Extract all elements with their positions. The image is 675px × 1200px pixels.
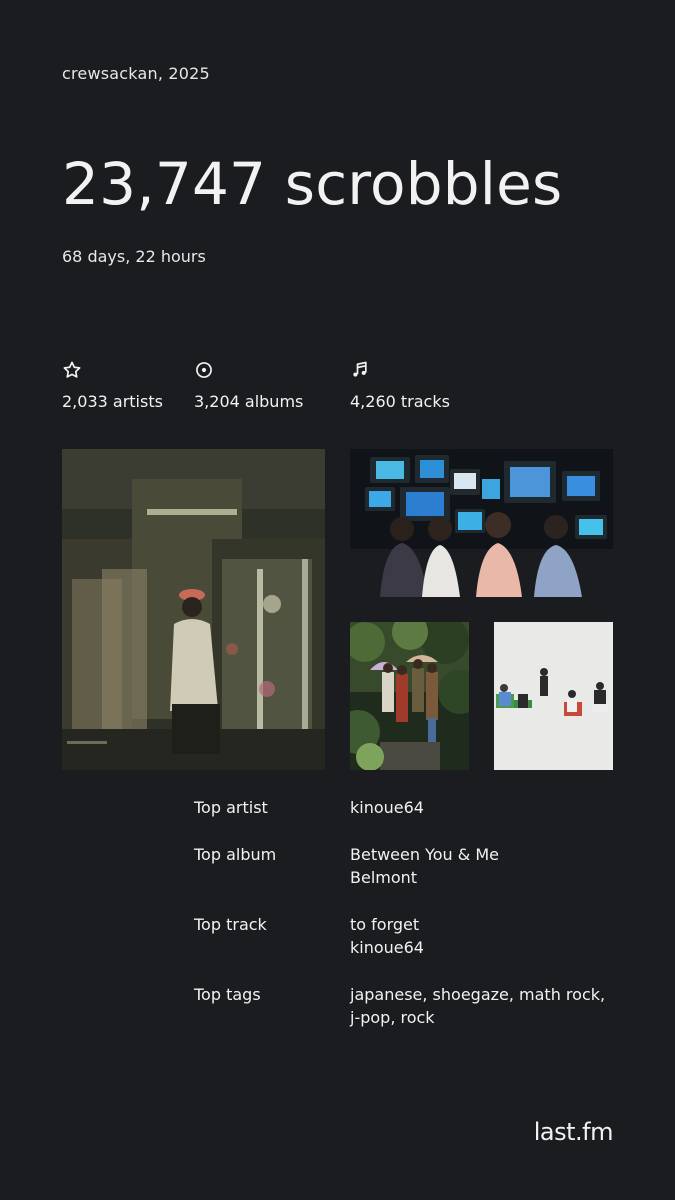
top-tags-value: japanese, shoegaze, math rock, j-pop, ro… — [350, 985, 606, 1027]
star-icon — [62, 360, 82, 380]
listening-duration: 68 days, 22 hours — [62, 247, 206, 266]
lastfm-logo: last.fm — [533, 1118, 614, 1146]
top-album-photo — [350, 449, 613, 597]
top-artist-photo — [62, 449, 325, 770]
artists-count: 2,033 artists — [62, 392, 163, 411]
top-artist-value: kinoue64 — [350, 798, 424, 817]
top-album-title: Between You & Me — [350, 845, 499, 864]
albums-stat: 3,204 albums — [194, 360, 303, 411]
user-year: crewsackan, 2025 — [62, 64, 210, 83]
band-photo — [494, 622, 613, 770]
top-album-label: Top album — [194, 845, 277, 864]
top-tags-label: Top tags — [194, 985, 261, 1004]
albums-count: 3,204 albums — [194, 392, 304, 411]
artists-stat: 2,033 artists — [62, 360, 163, 411]
top-album-artist: Belmont — [350, 868, 418, 887]
tracks-stat: 4,260 tracks — [350, 360, 450, 411]
music-note-icon — [350, 360, 370, 380]
top-artist-label: Top artist — [194, 798, 268, 817]
top-track-artist: kinoue64 — [350, 938, 424, 957]
top-track-photo — [350, 622, 469, 770]
top-track-title: to forget — [350, 915, 420, 934]
tracks-count: 4,260 tracks — [350, 392, 450, 411]
top-track-label: Top track — [194, 915, 267, 934]
disc-icon — [194, 360, 214, 380]
scrobble-count: 23,747 scrobbles — [62, 150, 563, 218]
